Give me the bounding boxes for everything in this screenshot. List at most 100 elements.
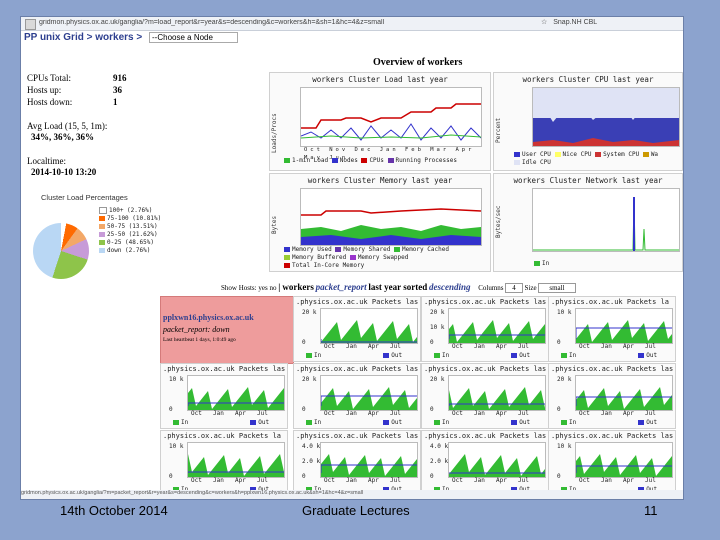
swatch (511, 353, 518, 358)
host-tile-month: Jan (601, 477, 612, 484)
columns-select[interactable]: 4 (505, 283, 523, 293)
host-tile-month: Apr (368, 477, 379, 484)
show-hosts-no-radio[interactable]: no (269, 284, 276, 292)
swatch (554, 152, 561, 157)
swatch (284, 247, 290, 252)
host-tile-plot (448, 442, 546, 478)
host-tile-title: .physics.ox.ac.uk Packets las (296, 298, 419, 306)
host-tile-month: Apr (368, 343, 379, 350)
host-tile[interactable]: .physics.ox.ac.uk Packets las 20 k 0 Oct Jan… (293, 296, 421, 362)
host-tile[interactable]: .physics.ox.ac.uk Packets las 20 k 0 Oct Jan… (548, 363, 676, 429)
host-tile[interactable]: .physics.ox.ac.uk Packets la 10 k 0 Oct Jan A… (160, 430, 288, 496)
host-tile-month: Oct (452, 477, 463, 484)
host-tile[interactable]: .physics.ox.ac.uk Packets la 10 k 0 Oct Jan A… (548, 296, 676, 362)
legend-item: Memory Cached (401, 246, 449, 253)
host-tile[interactable]: .physics.ox.ac.uk Packets las 4.0 k 2.0 k 0… (421, 430, 549, 496)
cluster-cpu-graph[interactable]: workers Cluster CPU last year Percent Us… (493, 72, 683, 171)
host-tile-title: .physics.ox.ac.uk Packets las (424, 432, 547, 440)
swatch (99, 248, 105, 253)
cluster-load-pct-title: Cluster Load Percentages (41, 193, 128, 202)
network-in-line (533, 198, 679, 251)
host-tile[interactable]: .physics.ox.ac.uk Packets las 10 k 0 Oct Jan… (548, 430, 676, 496)
swatch (99, 207, 107, 214)
swatch (383, 420, 390, 425)
star-icon[interactable]: ☆ (541, 19, 547, 26)
bookmark-label[interactable]: Snap.NH CBL (553, 19, 597, 26)
cluster-network-graph[interactable]: workers Cluster Network last year Bytes/… (493, 173, 683, 272)
cluster-load-pie[interactable] (33, 223, 89, 279)
host-tile-plot (575, 442, 673, 478)
legend-in: In (442, 352, 450, 359)
size-label: Size (524, 284, 537, 292)
breadcrumb-grid-link[interactable]: PP unix Grid (24, 32, 84, 43)
graph-legend: 1-min Load Nodes CPUs Running Processes (284, 157, 457, 165)
host-tile-plot (448, 308, 546, 344)
down-host-heartbeat: Last heartbeat 1 days, 1:0:49 ago (163, 337, 236, 343)
legend-item: Memory Swapped (357, 254, 409, 261)
host-tile-month: Jul (257, 477, 268, 484)
host-tile-legend: In Out (173, 419, 283, 427)
host-tile-legend: In Out (561, 352, 671, 360)
host-tile[interactable]: .physics.ox.ac.uk Packets las 20 k 0 Oct Jan… (293, 363, 421, 429)
breadcrumb-cluster-link[interactable]: workers (95, 32, 133, 43)
status-bar: gridmon.physics.ox.ac.uk/ganglia/?m=pack… (21, 490, 683, 499)
graph-legend: Memory Used Memory Shared Memory Cached … (284, 246, 449, 270)
legend-out: Out (646, 352, 658, 359)
url-text[interactable]: gridmon.physics.ox.ac.uk/ganglia/?m=load… (39, 19, 539, 26)
host-tile-month: Apr (368, 410, 379, 417)
host-tile-month: Oct (324, 343, 335, 350)
swatch (561, 420, 567, 425)
month-tick: Apr (455, 147, 475, 153)
swatch (514, 152, 520, 157)
swatch (99, 232, 105, 237)
host-tile-plot (320, 375, 418, 411)
legend-item: Nice CPU (562, 151, 592, 158)
graph-plot (300, 188, 482, 246)
host-tile-legend: In Out (434, 419, 544, 427)
host-tile[interactable]: .physics.ox.ac.uk Packets las 20 k 0 Oct Jan… (421, 363, 549, 429)
host-tile-month: Apr (623, 343, 634, 350)
host-tile-month: Apr (623, 410, 634, 417)
host-tile-ytick: 0 (430, 406, 434, 413)
sort-order: descending (429, 282, 471, 292)
host-tile-legend: In Out (306, 352, 416, 360)
cluster-load-graph[interactable]: workers Cluster Load last year Loads/Pro… (269, 72, 491, 171)
month-tick: Oct (304, 147, 323, 153)
swatch (284, 255, 290, 260)
swatch (511, 420, 518, 425)
node-select[interactable]: --Choose a Node (149, 32, 238, 43)
host-tile[interactable]: .physics.ox.ac.uk Packets las 10 k 0 Oct Jan… (160, 363, 288, 429)
host-tile-ytick: 20 k (302, 376, 317, 383)
host-tile-ytick: 0 (557, 339, 561, 346)
packets-in-area (188, 454, 284, 477)
size-select[interactable]: small (538, 283, 576, 293)
browser-tools[interactable]: ☆ Snap.NH CBL (541, 18, 601, 26)
graph-ylabel: Bytes/sec (495, 205, 502, 238)
pie-legend-item: 25-50 (21.62%) (107, 231, 158, 238)
packets-in-area (449, 387, 545, 410)
legend-item: Memory Shared (343, 246, 391, 253)
swatch (335, 247, 342, 252)
footer-date: 14th October 2014 (60, 503, 168, 518)
down-host-metric: packet_report: down (163, 325, 230, 334)
legend-out: Out (258, 419, 270, 426)
down-host-card[interactable]: pplxwn16.physics.ox.ac.uk packet_report:… (160, 296, 294, 364)
host-tile-month: Apr (623, 477, 634, 484)
overview-title: Overview of workers (373, 57, 463, 68)
host-tile[interactable]: .physics.ox.ac.uk Packets las 4.0 k 2.0 k 0… (293, 430, 421, 496)
address-bar[interactable]: gridmon.physics.ox.ac.uk/ganglia/?m=load… (21, 17, 683, 31)
swatch (349, 255, 356, 260)
pie-legend: 100+ (2.76%) 75-100 (10.81%) 50-75 (13.5… (99, 207, 161, 255)
legend-in: In (442, 419, 450, 426)
breadcrumb-sep: > (86, 32, 93, 43)
host-tile-month: Apr (235, 477, 246, 484)
cluster-memory-graph[interactable]: workers Cluster Memory last year Bytes M… (269, 173, 491, 272)
breadcrumb: PP unix Grid > workers > --Choose a Node (24, 32, 238, 43)
hosts-header-suffix: last year sorted (368, 282, 428, 292)
host-tile-month: Jan (346, 343, 357, 350)
host-tile-title: .physics.ox.ac.uk Packets las (163, 365, 286, 373)
host-tile[interactable]: .physics.ox.ac.uk Packets las 20 k 10 k 0 Oc… (421, 296, 549, 362)
legend-item: Total In-Core Memory (292, 262, 365, 269)
host-tile-month: Oct (579, 477, 590, 484)
down-host-name[interactable]: pplxwn16.physics.ox.ac.uk (163, 313, 254, 322)
